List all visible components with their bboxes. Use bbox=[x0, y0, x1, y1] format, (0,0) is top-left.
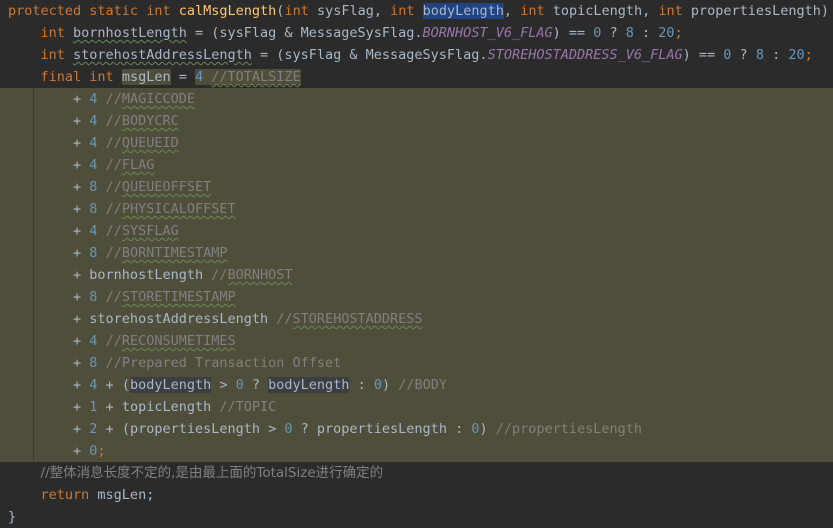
keyword-int: int bbox=[40, 47, 65, 63]
code-line-7[interactable]: + 4 //QUEUEID bbox=[0, 132, 833, 154]
variable-storehostaddresslength: storehostAddressLength bbox=[73, 47, 252, 63]
comment-physicaloffset: PHYSICALOFFSET bbox=[121, 201, 236, 217]
code-line-16[interactable]: + 4 //RECONSUMETIMES bbox=[0, 330, 833, 352]
variable-bornhostlength: bornhostLength bbox=[73, 25, 187, 41]
keyword-int: int bbox=[658, 3, 683, 19]
comment-storetimestamp: STORETIMESTAMP bbox=[121, 289, 236, 305]
comment-magiccode: MAGICCODE bbox=[121, 91, 195, 107]
code-line-10[interactable]: + 8 //PHYSICALOFFSET bbox=[0, 198, 833, 220]
method-name-calmsglength: calMsgLength bbox=[178, 3, 277, 19]
comment-queueoffset: QUEUEOFFSET bbox=[121, 179, 212, 195]
variable-bodylength[interactable]: bodyLength bbox=[129, 377, 212, 393]
comment-flag: FLAG bbox=[121, 157, 155, 173]
comment-bodycrc: BODYCRC bbox=[121, 113, 179, 129]
comment-sysflag: SYSFLAG bbox=[121, 223, 179, 239]
code-line-18[interactable]: + 4 + (bodyLength > 0 ? bodyLength : 0) … bbox=[0, 374, 833, 396]
code-content[interactable]: protected static int calMsgLength(int sy… bbox=[0, 0, 833, 528]
selected-text-bodylength[interactable]: bodyLength bbox=[422, 3, 504, 19]
keyword-int: int bbox=[40, 25, 65, 41]
code-line-22[interactable]: //整体消息长度不定的,是由最上面的TotalSize进行确定的 bbox=[0, 462, 833, 484]
code-line-11[interactable]: + 4 //SYSFLAG bbox=[0, 220, 833, 242]
keyword-final: final bbox=[40, 69, 82, 85]
variable-bodylength[interactable]: bodyLength bbox=[268, 377, 350, 393]
code-editor[interactable]: protected static int calMsgLength(int sy… bbox=[0, 0, 833, 528]
code-line-13[interactable]: + bornhostLength //BORNHOST bbox=[0, 264, 833, 286]
keyword-int: int bbox=[89, 69, 114, 85]
code-line-24[interactable]: } bbox=[0, 506, 833, 528]
variable-topiclength: + topicLength bbox=[97, 399, 220, 415]
keyword-int: int bbox=[390, 3, 415, 19]
comment-storehostaddress: STOREHOSTADDRESS bbox=[292, 311, 423, 327]
code-line-23[interactable]: return msgLen; bbox=[0, 484, 833, 506]
keyword-return: return bbox=[40, 487, 90, 503]
comment-propertieslength: //propertiesLength bbox=[495, 421, 643, 437]
code-line-17[interactable]: + 8 //Prepared Transaction Offset bbox=[0, 352, 833, 374]
variable-msglen[interactable]: msgLen bbox=[121, 69, 171, 85]
code-line-9[interactable]: + 8 //QUEUEOFFSET bbox=[0, 176, 833, 198]
comment-bornhost: BORNHOST bbox=[227, 267, 293, 283]
code-line-1[interactable]: protected static int calMsgLength(int sy… bbox=[0, 0, 833, 22]
code-line-21[interactable]: + 0; bbox=[0, 440, 833, 462]
variable-storehostaddresslength: storehostAddressLength bbox=[89, 311, 269, 327]
variable-bornhostlength: bornhostLength bbox=[89, 267, 204, 283]
code-line-8[interactable]: + 4 //FLAG bbox=[0, 154, 833, 176]
code-line-2[interactable]: int bornhostLength = (sysFlag & MessageS… bbox=[0, 22, 833, 44]
keyword-static: static bbox=[89, 3, 139, 19]
code-line-14[interactable]: + 8 //STORETIMESTAMP bbox=[0, 286, 833, 308]
comment-reconsumetimes: RECONSUMETIMES bbox=[121, 333, 236, 349]
code-line-20[interactable]: + 2 + (propertiesLength > 0 ? properties… bbox=[0, 418, 833, 440]
code-line-15[interactable]: + storehostAddressLength //STOREHOSTADDR… bbox=[0, 308, 833, 330]
static-field-storehostaddress-v6-flag: STOREHOSTADDRESS_V6_FLAG bbox=[487, 47, 683, 63]
comment-prepared-transaction-offset: //Prepared Transaction Offset bbox=[105, 355, 342, 371]
closing-brace: } bbox=[8, 509, 17, 525]
comment-body: //BODY bbox=[398, 377, 448, 393]
comment-borntimestamp: BORNTIMESTAMP bbox=[121, 245, 228, 261]
code-line-19[interactable]: + 1 + topicLength //TOPIC bbox=[0, 396, 833, 418]
code-line-12[interactable]: + 8 //BORNTIMESTAMP bbox=[0, 242, 833, 264]
keyword-int: int bbox=[284, 3, 309, 19]
code-line-6[interactable]: + 4 //BODYCRC bbox=[0, 110, 833, 132]
code-line-5[interactable]: + 4 //MAGICCODE bbox=[0, 88, 833, 110]
comment-topic: //TOPIC bbox=[219, 399, 277, 415]
comment-chinese-note: //整体消息长度不定的,是由最上面的TotalSize进行确定的 bbox=[40, 465, 384, 481]
highlight-totalsize-expression: 4 //TOTALSIZE bbox=[195, 69, 301, 85]
keyword-protected: protected bbox=[8, 3, 82, 19]
code-line-4[interactable]: final int msgLen = 4 //TOTALSIZE bbox=[0, 66, 833, 88]
static-field-bornhost-v6-flag: BORNHOST_V6_FLAG bbox=[422, 25, 553, 41]
keyword-int: int bbox=[520, 3, 545, 19]
comment-queueid: QUEUEID bbox=[121, 135, 179, 151]
keyword-int: int bbox=[146, 3, 171, 19]
code-line-3[interactable]: int storehostAddressLength = (sysFlag & … bbox=[0, 44, 833, 66]
